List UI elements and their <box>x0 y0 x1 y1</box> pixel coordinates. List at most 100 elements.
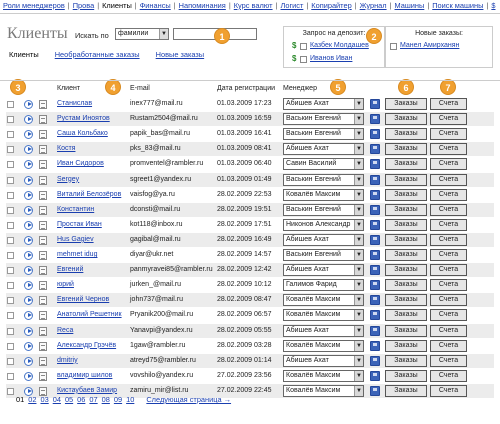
client-name-link[interactable]: dmitriy <box>57 357 78 364</box>
tab-unprocessed-orders[interactable]: Необработанные заказы <box>55 50 140 59</box>
deposit-client-link[interactable]: Казбек Молдашев <box>310 42 369 49</box>
accounts-button[interactable]: Счета <box>430 143 467 156</box>
nav-item[interactable]: Роли менеджеров <box>0 0 68 12</box>
play-circle-icon[interactable] <box>24 100 33 109</box>
document-icon[interactable] <box>39 341 47 351</box>
row-checkbox[interactable] <box>7 372 14 380</box>
orders-button[interactable]: Заказы <box>385 143 427 156</box>
client-name-link[interactable]: Костя <box>57 145 75 152</box>
page-link[interactable]: 10 <box>126 395 134 404</box>
row-checkbox[interactable] <box>7 357 14 365</box>
play-circle-icon[interactable] <box>24 326 33 336</box>
orders-button[interactable]: Заказы <box>385 158 427 171</box>
page-link[interactable]: 01 <box>16 395 24 404</box>
floppy-save-icon[interactable] <box>370 250 380 260</box>
orders-button[interactable]: Заказы <box>385 264 427 277</box>
document-icon[interactable] <box>39 371 47 381</box>
nav-item[interactable]: Машины <box>392 0 428 12</box>
accounts-button[interactable]: Счета <box>430 128 467 141</box>
orders-button[interactable]: Заказы <box>385 233 427 246</box>
play-circle-icon[interactable] <box>24 130 33 140</box>
row-checkbox[interactable] <box>7 191 14 199</box>
document-icon[interactable] <box>39 235 47 245</box>
floppy-save-icon[interactable] <box>370 219 380 230</box>
row-checkbox[interactable] <box>7 131 14 139</box>
play-circle-icon[interactable] <box>24 220 33 230</box>
nav-item[interactable]: Прова <box>70 0 98 12</box>
manager-select[interactable]: Абишев Ахат ▼ <box>283 233 364 246</box>
accounts-button[interactable]: Счета <box>430 324 467 337</box>
client-name-link[interactable]: Reca <box>57 327 73 334</box>
manager-select[interactable]: Ковалёв Максим ▼ <box>283 339 364 352</box>
floppy-save-icon[interactable] <box>370 385 380 396</box>
manager-select[interactable]: Ковалёв Максим ▼ <box>283 384 364 397</box>
manager-select[interactable]: Ковалёв Максим ▼ <box>283 369 364 382</box>
nav-item[interactable]: Финансы <box>137 0 174 12</box>
manager-select[interactable]: Абишев Ахат ▼ <box>283 143 364 156</box>
manager-select[interactable]: Абишев Ахат ▼ <box>283 354 364 367</box>
orders-button[interactable]: Заказы <box>385 188 427 201</box>
orders-button[interactable]: Заказы <box>385 98 427 110</box>
row-checkbox[interactable] <box>7 312 14 320</box>
floppy-save-icon[interactable] <box>370 159 380 170</box>
page-link[interactable]: 04 <box>53 395 61 404</box>
nav-item[interactable]: Копирайтер <box>308 0 354 12</box>
orders-button[interactable]: Заказы <box>385 369 427 382</box>
page-link[interactable]: 07 <box>89 395 97 404</box>
orders-button[interactable]: Заказы <box>385 128 427 141</box>
manager-select[interactable]: Васькин Евгений ▼ <box>283 249 364 261</box>
play-circle-icon[interactable] <box>24 175 33 185</box>
play-circle-icon[interactable] <box>24 296 33 306</box>
accounts-button[interactable]: Счета <box>430 173 467 186</box>
client-name-link[interactable]: Евгений Чернов <box>57 296 109 303</box>
manager-select[interactable]: Ковалёв Максим ▼ <box>283 309 364 322</box>
accounts-button[interactable]: Счета <box>430 188 467 201</box>
floppy-save-icon[interactable] <box>370 234 380 245</box>
orders-button[interactable]: Заказы <box>385 354 427 367</box>
client-name-link[interactable]: владимир шилов <box>57 372 112 379</box>
accounts-button[interactable]: Счета <box>430 203 467 216</box>
tab-clients[interactable]: Клиенты <box>9 50 39 59</box>
nav-item[interactable]: Курс валют <box>231 0 276 12</box>
row-checkbox[interactable] <box>7 267 14 275</box>
floppy-save-icon[interactable] <box>370 99 380 109</box>
row-checkbox[interactable] <box>7 236 14 244</box>
play-circle-icon[interactable] <box>24 266 33 276</box>
accounts-button[interactable]: Счета <box>430 279 467 292</box>
client-name-link[interactable]: mehmet idug <box>57 251 97 258</box>
client-name-link[interactable]: Станислав <box>57 100 92 107</box>
row-checkbox[interactable] <box>7 206 14 214</box>
client-name-link[interactable]: Саша Кольбако <box>57 130 108 137</box>
play-circle-icon[interactable] <box>24 145 33 155</box>
client-name-link[interactable]: Hus Gagiev <box>57 236 94 243</box>
manager-select[interactable]: Ковалёв Максим ▼ <box>283 188 364 201</box>
client-name-link[interactable]: Евгений <box>57 266 83 273</box>
accounts-button[interactable]: Счета <box>430 309 467 322</box>
nav-item[interactable]: Напоминания <box>176 0 229 12</box>
row-checkbox[interactable] <box>7 176 14 184</box>
play-circle-icon[interactable] <box>24 341 33 351</box>
play-circle-icon[interactable] <box>24 371 33 381</box>
document-icon[interactable] <box>39 296 47 306</box>
manager-select[interactable]: Абишев Ахат ▼ <box>283 264 364 277</box>
floppy-save-icon[interactable] <box>370 370 380 381</box>
accounts-button[interactable]: Счета <box>430 354 467 367</box>
row-checkbox[interactable] <box>7 282 14 290</box>
tab-new-orders[interactable]: Новые заказы <box>156 50 204 59</box>
floppy-save-icon[interactable] <box>370 189 380 200</box>
play-circle-icon[interactable] <box>24 205 33 215</box>
document-icon[interactable] <box>39 160 47 170</box>
row-checkbox[interactable] <box>7 116 14 124</box>
row-checkbox[interactable] <box>7 101 14 108</box>
play-circle-icon[interactable] <box>24 281 33 291</box>
accounts-button[interactable]: Счета <box>430 233 467 246</box>
document-icon[interactable] <box>39 175 47 185</box>
manager-select[interactable]: Васькин Евгений ▼ <box>283 173 364 186</box>
accounts-button[interactable]: Счета <box>430 98 467 110</box>
client-name-link[interactable]: юрий <box>57 281 74 288</box>
orders-button[interactable]: Заказы <box>385 384 427 397</box>
client-name-link[interactable]: Sergey <box>57 176 79 183</box>
orders-button[interactable]: Заказы <box>385 173 427 186</box>
document-icon[interactable] <box>39 281 47 291</box>
floppy-save-icon[interactable] <box>370 144 380 155</box>
